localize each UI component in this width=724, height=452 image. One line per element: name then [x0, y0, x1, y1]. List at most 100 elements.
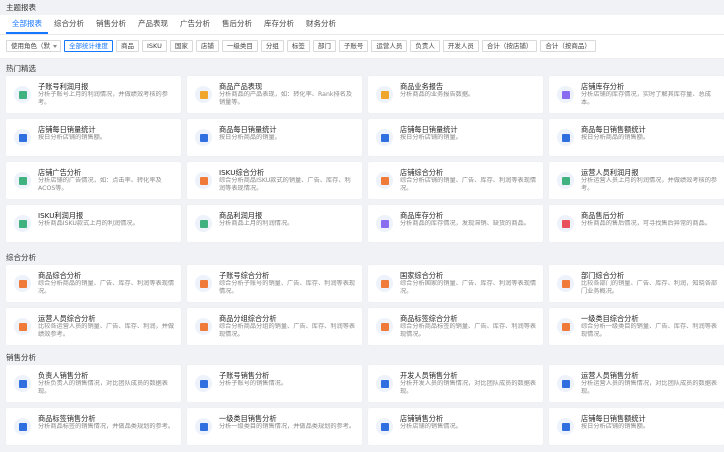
report-card[interactable]: 店铺每日销售额统计 按日分析店铺的销售额。: [549, 408, 724, 445]
report-card[interactable]: ISKU综合分析 综合分析商品ISKU款式的销量、广告、库存、利润等表现情况。: [187, 162, 362, 199]
report-card[interactable]: 子账号销售分析 分析子账号的销售情况。: [187, 365, 362, 402]
filter-label: 全部统计维度: [69, 42, 108, 50]
box-icon: [195, 129, 212, 146]
report-card-desc: 分析开发人员的销售情况，对比团队成员的数据表现。: [400, 380, 537, 395]
report-card[interactable]: 商品每日销量统计 按日分析商品的销量。: [187, 119, 362, 156]
filter-tag-1[interactable]: 全部统计维度: [64, 40, 113, 52]
filter-label: 子账号: [343, 42, 364, 50]
section-title: 热门精选: [6, 64, 36, 73]
tab-4[interactable]: 广告分析: [174, 16, 216, 34]
report-card-desc: 分析运营人员上月的利润情况，并做绩效考核的参考。: [581, 177, 718, 192]
filter-tag-7[interactable]: 分组: [260, 40, 284, 52]
report-card-desc: 比较各运营人员的销量、广告、库存、利润，并做绩效参考。: [38, 323, 175, 338]
report-card-desc: 分析店铺的销售情况。: [400, 423, 462, 430]
page-header: 主题报表: [0, 0, 724, 15]
box-icon: [376, 86, 393, 103]
report-card[interactable]: 部门综合分析 比较各部门的销量、广告、库存、利润，知晓各部门业务概况。: [549, 265, 724, 302]
report-card[interactable]: 店铺广告分析 分析店铺的广告情况，如：点击率、转化率及ACOS等。: [6, 162, 181, 199]
report-card-desc: 综合分析一级类目的销量、广告、库存、利润等表现情况。: [581, 323, 718, 338]
report-card-desc: 综合分析商品分组的销量、广告、库存、利润等表现情况。: [219, 323, 356, 338]
filter-label: 负责人: [415, 42, 435, 50]
org-icon: [195, 275, 212, 292]
tab-6[interactable]: 库存分析: [258, 16, 300, 34]
report-card[interactable]: 商品分组综合分析 综合分析商品分组的销量、广告、库存、利润等表现情况。: [187, 308, 362, 345]
layers-icon: [195, 318, 212, 335]
store-icon: [14, 129, 31, 146]
report-card[interactable]: 商品业务报告 分析商品的业务报告数据。: [368, 76, 543, 113]
filter-tag-9[interactable]: 部门: [312, 40, 336, 52]
section-title: 销售分析: [6, 353, 36, 362]
report-card[interactable]: 店铺综合分析 综合分析店铺的销量、广告、库存、利润等表现情况。: [368, 162, 543, 199]
report-card[interactable]: 商品每日销售额统计 按日分析商品的销售额。: [549, 119, 724, 156]
report-card[interactable]: 店铺每日销量统计 按日分析店铺的销量。: [368, 119, 543, 156]
tag-icon: [376, 318, 393, 335]
isku-icon: [195, 172, 212, 189]
report-card-desc: 综合分析商品的销量、广告、库存、利润等表现情况。: [38, 280, 175, 295]
report-card[interactable]: 商品库存分析 分析商品的库存情况，发现滞销、缺货的商品。: [368, 205, 543, 242]
filter-tag-4[interactable]: 国家: [169, 40, 193, 52]
report-card[interactable]: 负责人销售分析 分析负责人的销售情况，对比团队成员的数据表现。: [6, 365, 181, 402]
filter-tag-5[interactable]: 店铺: [195, 40, 219, 52]
store-icon: [376, 418, 393, 435]
role-select[interactable]: 使用角色（默: [6, 40, 61, 52]
store-icon: [376, 172, 393, 189]
report-card-desc: 分析商品的库存情况，发现滞销、缺货的商品。: [400, 220, 530, 227]
report-card[interactable]: ISKU利润月报 分析商品ISKU款式上月的利润情况。: [6, 205, 181, 242]
top-bar: 全部报表 综合分析 销售分析 产品表现 广告分析 售后分析 库存分析 财务分析 使用角色（默 全…: [0, 15, 724, 59]
report-card[interactable]: 开发人员销售分析 分析开发人员的销售情况，对比团队成员的数据表现。: [368, 365, 543, 402]
filter-label: 合计（按店铺）: [486, 42, 533, 50]
isku-icon: [14, 215, 31, 232]
user-icon: [14, 318, 31, 335]
filter-tag-10[interactable]: 子账号: [338, 40, 369, 52]
report-card-desc: 分析店铺的广告情况，如：点击率、转化率及ACOS等。: [38, 177, 162, 192]
report-card-desc: 按日分析店铺的销售额。: [581, 423, 650, 430]
filter-tag-3[interactable]: ISKU: [142, 40, 167, 52]
report-card[interactable]: 国家综合分析 综合分析国家的销量、广告、库存、利润等表现情况。: [368, 265, 543, 302]
box-icon: [14, 275, 31, 292]
filter-tag-15[interactable]: 合计（按商品）: [540, 40, 596, 52]
filter-tag-8[interactable]: 标签: [286, 40, 310, 52]
report-card-desc: 综合分析商品ISKU款式的销量、广告、库存、利润等表现情况。: [219, 177, 351, 192]
report-card-desc: 分析商品的售后情况，可寻找售后异常的商品。: [581, 220, 711, 227]
report-card[interactable]: 店铺库存分析 分析店铺的库存情况，实时了解其库存量、总成本。: [549, 76, 724, 113]
report-card[interactable]: 子账号利润月报 分析子账号上月的利润情况，并做绩效考核的参考。: [6, 76, 181, 113]
report-card[interactable]: 运营人员利润月报 分析运营人员上月的利润情况，并做绩效考核的参考。: [549, 162, 724, 199]
filter-tag-11[interactable]: 运营人员: [371, 40, 408, 52]
user-icon: [557, 172, 574, 189]
filter-label: 运营人员: [376, 42, 403, 50]
filter-label: 国家: [174, 42, 188, 50]
report-card[interactable]: 店铺每日销量统计 按日分析店铺的销售额。: [6, 119, 181, 156]
store-icon: [14, 172, 31, 189]
report-card[interactable]: 子账号综合分析 综合分析子账号的销量、广告、库存、利润等表现情况。: [187, 265, 362, 302]
category-tabs: 全部报表 综合分析 销售分析 产品表现 广告分析 售后分析 库存分析 财务分析: [0, 15, 724, 35]
filter-tag-2[interactable]: 商品: [116, 40, 139, 52]
filter-label: 标签: [291, 42, 305, 50]
filter-tag-6[interactable]: 一级类目: [221, 40, 258, 52]
report-card[interactable]: 商品售后分析 分析商品的售后情况，可寻找售后异常的商品。: [549, 205, 724, 242]
store-icon: [557, 418, 574, 435]
report-card[interactable]: 店铺销售分析 分析店铺的销售情况。: [368, 408, 543, 445]
report-card[interactable]: 一级类目销售分析 分析一级类目的销售情况，并做品类规划的参考。: [187, 408, 362, 445]
tab-2[interactable]: 销售分析: [90, 16, 132, 34]
report-card[interactable]: 商品标签销售分析 分析商品标签的销售情况，并做品类规划的参考。: [6, 408, 181, 445]
filter-tag-12[interactable]: 负责人: [410, 40, 440, 52]
report-card[interactable]: 商品综合分析 综合分析商品的销量、广告、库存、利润等表现情况。: [6, 265, 181, 302]
report-card-desc: 分析店铺的库存情况，实时了解其库存量、总成本。: [581, 91, 711, 106]
tab-7[interactable]: 财务分析: [300, 16, 342, 34]
tab-1[interactable]: 综合分析: [48, 16, 90, 34]
user-icon: [557, 375, 574, 392]
tab-0[interactable]: 全部报表: [6, 16, 48, 34]
report-card[interactable]: 运营人员销售分析 分析运营人员的销售情况，对比团队成员的数据表现。: [549, 365, 724, 402]
report-card[interactable]: 运营人员综合分析 比较各运营人员的销量、广告、库存、利润，并做绩效参考。: [6, 308, 181, 345]
report-card[interactable]: 一级类目综合分析 综合分析一级类目的销量、广告、库存、利润等表现情况。: [549, 308, 724, 345]
report-card[interactable]: 商品利润月报 分析商品上月的利润情况。: [187, 205, 362, 242]
tab-3[interactable]: 产品表现: [132, 16, 174, 34]
report-card-desc: 综合分析商品标签的销量、广告、库存、利润等表现情况。: [400, 323, 537, 338]
report-card[interactable]: 商品标签综合分析 综合分析商品标签的销量、广告、库存、利润等表现情况。: [368, 308, 543, 345]
chevron-down-icon: [53, 44, 57, 48]
filter-tag-13[interactable]: 开发人员: [442, 40, 479, 52]
report-card[interactable]: 商品产品表现 分析商品的产品表现，如：转化率、Rank排名及销量等。: [187, 76, 362, 113]
tab-5[interactable]: 售后分析: [216, 16, 258, 34]
filter-tag-14[interactable]: 合计（按店铺）: [481, 40, 538, 52]
report-card-desc: 分析负责人的销售情况，对比团队成员的数据表现。: [38, 380, 168, 395]
